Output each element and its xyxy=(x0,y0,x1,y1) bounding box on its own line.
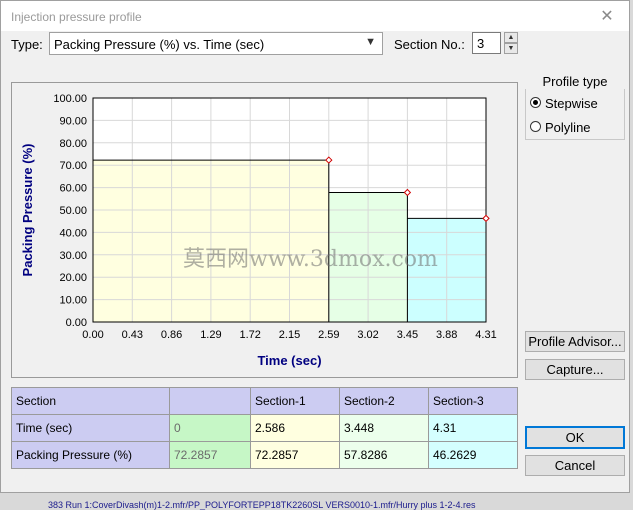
y-tick-label: 80.00 xyxy=(59,138,87,150)
title-bar: Injection pressure profile ✕ xyxy=(1,1,629,31)
table-cell[interactable]: 46.2629 xyxy=(428,441,518,469)
x-tick-label: 3.02 xyxy=(357,329,378,341)
x-tick-label: 2.15 xyxy=(279,329,300,341)
x-axis-label: Time (sec) xyxy=(257,353,321,368)
spin-down-icon[interactable]: ▼ xyxy=(504,43,518,54)
x-tick-label: 3.88 xyxy=(436,329,457,341)
y-tick-label: 40.00 xyxy=(59,227,87,239)
y-tick-label: 20.00 xyxy=(59,272,87,284)
table-header-row: Section Section-1 Section-2 Section-3 xyxy=(11,387,518,415)
type-select[interactable]: Packing Pressure (%) vs. Time (sec) ▼ xyxy=(49,32,383,55)
pressure-chart: 0.00 0.43 0.86 1.29 1.72 2.15 2.59 3.02 3.45 3.88… xyxy=(20,93,497,368)
x-tick-label: 0.00 xyxy=(82,329,103,341)
chevron-down-icon: ▼ xyxy=(365,36,376,48)
section-number-value: 3 xyxy=(477,36,485,51)
table-cell[interactable]: 4.31 xyxy=(428,414,518,442)
x-tick-label: 3.45 xyxy=(397,329,418,341)
profile-type-title: Profile type xyxy=(525,74,625,89)
table-row: Time (sec) 0 2.586 3.448 4.31 xyxy=(11,414,518,442)
x-tick-label: 1.29 xyxy=(200,329,221,341)
spin-up-icon[interactable]: ▲ xyxy=(504,32,518,43)
table-cell[interactable]: 57.8286 xyxy=(339,441,429,469)
row-label: Packing Pressure (%) xyxy=(11,441,170,469)
close-icon[interactable]: ✕ xyxy=(597,8,617,26)
stepwise-label: Stepwise xyxy=(545,96,598,111)
type-label: Type: xyxy=(11,37,43,52)
stepwise-radio[interactable] xyxy=(530,97,541,108)
section-table: Section Section-1 Section-2 Section-3 Ti… xyxy=(11,387,518,469)
profile-advisor-button[interactable]: Profile Advisor... xyxy=(525,331,625,352)
section-number-input[interactable]: 3 xyxy=(472,32,501,54)
table-header-cell: Section-3 xyxy=(428,387,518,415)
x-tick-label: 0.43 xyxy=(122,329,143,341)
table-row: Packing Pressure (%) 72.2857 72.2857 57.… xyxy=(11,441,518,469)
window-title: Injection pressure profile xyxy=(11,10,142,24)
y-tick-label: 90.00 xyxy=(59,115,87,127)
x-tick-label: 4.31 xyxy=(475,329,496,341)
table-cell[interactable]: 72.2857 xyxy=(250,441,340,469)
chart-panel: 0.00 0.43 0.86 1.29 1.72 2.15 2.59 3.02 3.45 3.88… xyxy=(11,82,518,378)
radio-selected-dot xyxy=(533,100,538,105)
x-tick-label: 2.59 xyxy=(318,329,339,341)
dialog-window: Injection pressure profile ✕ Type: Packi… xyxy=(0,0,630,493)
type-select-value: Packing Pressure (%) vs. Time (sec) xyxy=(54,37,265,52)
watermark-text: 莫西网www.3dmox.com xyxy=(183,247,438,272)
y-tick-label: 100.00 xyxy=(53,93,87,105)
y-tick-label: 60.00 xyxy=(59,183,87,195)
table-cell[interactable]: 2.586 xyxy=(250,414,340,442)
y-tick-label: 70.00 xyxy=(59,160,87,172)
y-tick-label: 50.00 xyxy=(59,205,87,217)
ok-button[interactable]: OK xyxy=(525,426,625,449)
table-header-cell: Section xyxy=(11,387,170,415)
section-label: Section No.: xyxy=(394,37,465,52)
table-cell[interactable]: 72.2857 xyxy=(169,441,251,469)
table-header-cell xyxy=(169,387,251,415)
y-tick-label: 0.00 xyxy=(66,317,87,329)
cancel-button[interactable]: Cancel xyxy=(525,455,625,476)
capture-button[interactable]: Capture... xyxy=(525,359,625,380)
y-tick-label: 10.00 xyxy=(59,295,87,307)
row-label: Time (sec) xyxy=(11,414,170,442)
table-cell[interactable]: 0 xyxy=(169,414,251,442)
polyline-label: Polyline xyxy=(545,120,591,135)
table-header-cell: Section-1 xyxy=(250,387,340,415)
table-cell[interactable]: 3.448 xyxy=(339,414,429,442)
polyline-radio[interactable] xyxy=(530,121,541,132)
x-tick-label: 0.86 xyxy=(161,329,182,341)
y-tick-label: 30.00 xyxy=(59,250,87,262)
y-axis-label: Packing Pressure (%) xyxy=(20,144,35,277)
x-tick-label: 1.72 xyxy=(239,329,260,341)
table-header-cell: Section-2 xyxy=(339,387,429,415)
